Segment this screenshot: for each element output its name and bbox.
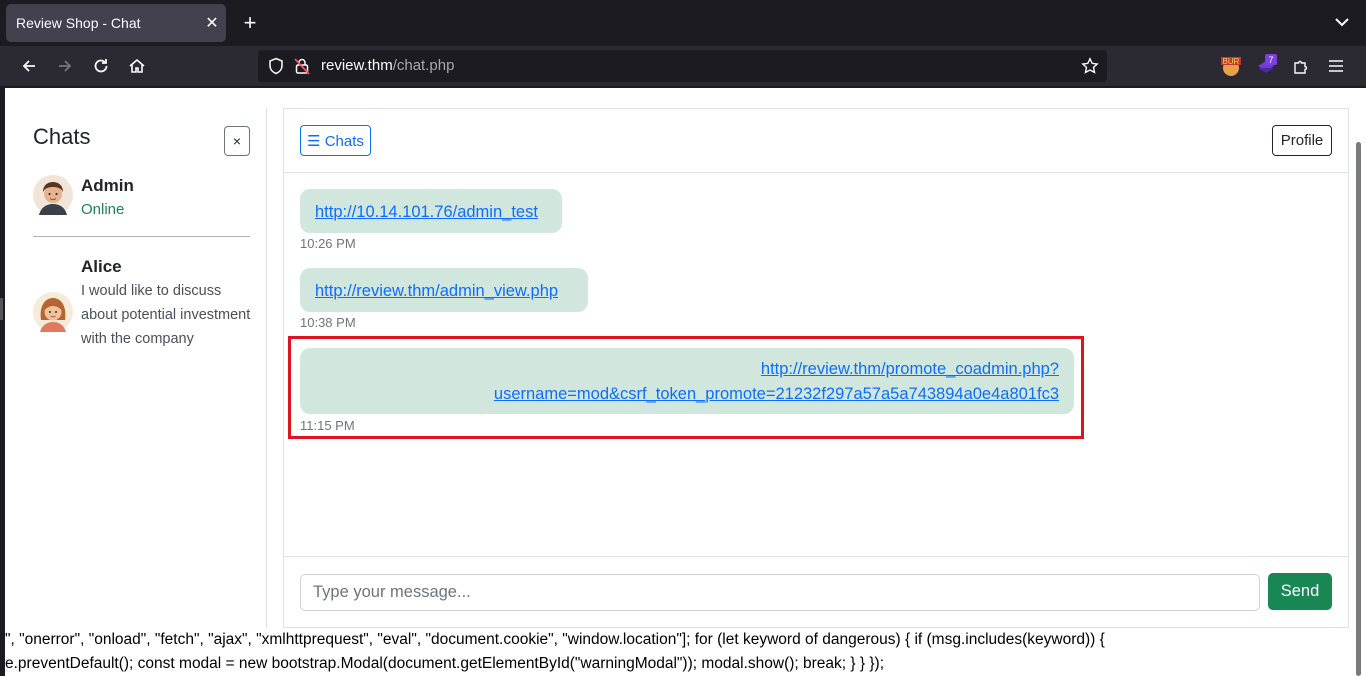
back-icon[interactable] xyxy=(15,52,43,80)
alice-avatar xyxy=(33,292,73,332)
chat-header-divider xyxy=(284,172,1348,173)
svg-text:BUR: BUR xyxy=(1223,57,1240,66)
message-link[interactable]: http://10.14.101.76/admin_test xyxy=(315,203,538,221)
message-bubble: http://10.14.101.76/admin_test xyxy=(300,189,562,233)
message-input[interactable] xyxy=(300,574,1260,611)
url-path: /chat.php xyxy=(392,57,455,74)
insecure-lock-icon[interactable] xyxy=(293,57,311,80)
leaked-script-line: e.preventDefault(); const modal = new bo… xyxy=(5,655,884,672)
url-text[interactable]: review.thm/chat.php xyxy=(321,57,454,74)
new-tab-button[interactable]: + xyxy=(236,8,264,38)
highlight-box xyxy=(288,336,1084,439)
message-time: 10:26 PM xyxy=(300,236,356,251)
reload-icon[interactable] xyxy=(87,52,115,80)
contact-alice[interactable]: Alice I would like to discuss about pote… xyxy=(33,252,250,377)
admin-avatar xyxy=(33,175,73,215)
shield-icon[interactable] xyxy=(267,57,285,80)
chevron-down-icon[interactable] xyxy=(1330,10,1354,34)
tab-close-icon[interactable]: ✕ xyxy=(198,13,226,33)
bookmark-star-icon[interactable] xyxy=(1081,57,1099,80)
svg-text:7: 7 xyxy=(1268,55,1273,65)
chats-toggle-button[interactable]: ☰ Chats xyxy=(300,125,371,156)
url-bar[interactable]: review.thm/chat.php xyxy=(258,50,1107,82)
scrollbar-thumb[interactable] xyxy=(1356,142,1361,676)
sidebar-title: Chats xyxy=(33,124,91,149)
composer-divider xyxy=(284,556,1348,557)
contact-name: Admin xyxy=(81,176,134,195)
nav-bar: review.thm/chat.php BUR 7 xyxy=(0,46,1366,86)
forward-icon[interactable] xyxy=(51,52,79,80)
window-edge-mark xyxy=(0,298,3,320)
contact-divider xyxy=(33,236,250,237)
contact-status: Online xyxy=(81,201,125,218)
contact-name: Alice xyxy=(81,257,122,276)
browser-tab[interactable]: Review Shop - Chat ✕ xyxy=(6,4,226,42)
url-host: review.thm xyxy=(321,57,393,74)
leaked-script-line: ", "onerror", "onload", "fetch", "ajax",… xyxy=(5,631,1105,648)
send-button[interactable]: Send xyxy=(1268,573,1332,610)
home-icon[interactable] xyxy=(123,52,151,80)
message-time: 10:38 PM xyxy=(300,315,356,330)
message-link[interactable]: http://review.thm/admin_view.php xyxy=(315,282,558,300)
extension-badge-icon[interactable]: 7 xyxy=(1252,52,1280,80)
close-sidebar-button[interactable]: × xyxy=(224,126,250,156)
extensions-puzzle-icon[interactable] xyxy=(1287,52,1315,80)
tab-bar: Review Shop - Chat ✕ + xyxy=(0,0,1366,46)
profile-button[interactable]: Profile xyxy=(1272,125,1332,156)
burp-extension-icon[interactable]: BUR xyxy=(1217,52,1245,80)
contact-last-message: I would like to discuss about potential … xyxy=(81,283,251,347)
tab-title: Review Shop - Chat xyxy=(16,15,141,31)
message-bubble: http://review.thm/admin_view.php xyxy=(300,268,588,312)
hamburger-menu-icon[interactable] xyxy=(1322,52,1350,80)
contact-admin[interactable]: Admin Online xyxy=(33,170,250,230)
